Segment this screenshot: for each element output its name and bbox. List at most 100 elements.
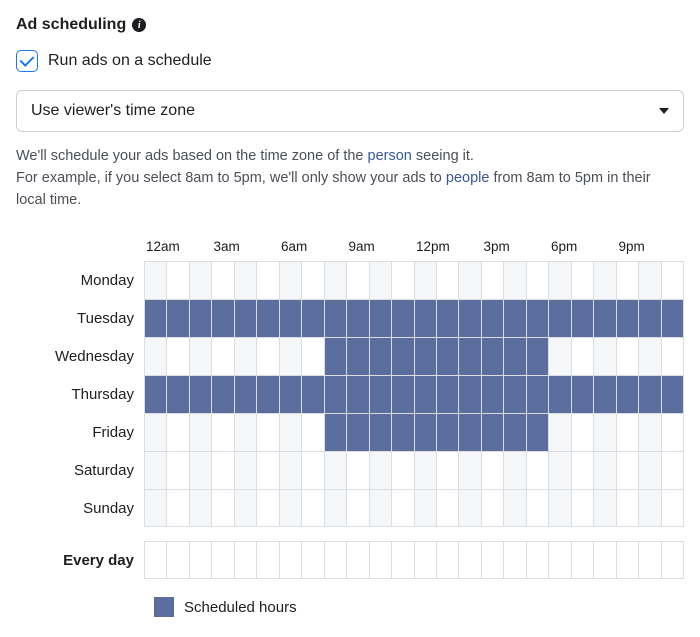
schedule-cell[interactable] bbox=[212, 452, 234, 489]
schedule-cell[interactable] bbox=[280, 414, 302, 451]
schedule-cell[interactable] bbox=[190, 542, 212, 578]
schedule-cell[interactable] bbox=[482, 376, 504, 413]
schedule-cell[interactable] bbox=[437, 542, 459, 578]
schedule-cell[interactable] bbox=[437, 376, 459, 413]
schedule-cell[interactable] bbox=[504, 300, 526, 337]
schedule-cell[interactable] bbox=[145, 262, 167, 299]
schedule-cell[interactable] bbox=[167, 490, 189, 526]
schedule-cell[interactable] bbox=[662, 490, 684, 526]
schedule-cell[interactable] bbox=[392, 300, 414, 337]
schedule-cell[interactable] bbox=[482, 338, 504, 375]
schedule-cell[interactable] bbox=[527, 262, 549, 299]
schedule-cell[interactable] bbox=[145, 338, 167, 375]
schedule-cell[interactable] bbox=[459, 452, 481, 489]
schedule-cell[interactable] bbox=[639, 490, 661, 526]
schedule-cell[interactable] bbox=[617, 542, 639, 578]
schedule-cell[interactable] bbox=[572, 300, 594, 337]
schedule-cell[interactable] bbox=[280, 376, 302, 413]
schedule-cell[interactable] bbox=[257, 338, 279, 375]
run-on-schedule-checkbox[interactable] bbox=[16, 50, 38, 72]
schedule-cell[interactable] bbox=[415, 452, 437, 489]
schedule-cell[interactable] bbox=[504, 414, 526, 451]
info-icon[interactable]: i bbox=[132, 18, 146, 32]
schedule-cell[interactable] bbox=[302, 542, 324, 578]
schedule-cell[interactable] bbox=[190, 376, 212, 413]
schedule-cell[interactable] bbox=[392, 262, 414, 299]
schedule-cell[interactable] bbox=[325, 376, 347, 413]
schedule-cell[interactable] bbox=[527, 452, 549, 489]
schedule-cell[interactable] bbox=[392, 414, 414, 451]
schedule-cell[interactable] bbox=[212, 376, 234, 413]
schedule-cell[interactable] bbox=[549, 338, 571, 375]
schedule-cell[interactable] bbox=[302, 262, 324, 299]
schedule-cell[interactable] bbox=[325, 300, 347, 337]
schedule-cell[interactable] bbox=[459, 376, 481, 413]
schedule-cell[interactable] bbox=[639, 262, 661, 299]
schedule-cell[interactable] bbox=[190, 262, 212, 299]
schedule-cell[interactable] bbox=[504, 338, 526, 375]
schedule-cell[interactable] bbox=[370, 452, 392, 489]
schedule-cell[interactable] bbox=[370, 490, 392, 526]
schedule-cell[interactable] bbox=[325, 338, 347, 375]
schedule-cell[interactable] bbox=[212, 262, 234, 299]
schedule-cell[interactable] bbox=[370, 414, 392, 451]
schedule-cell[interactable] bbox=[235, 414, 257, 451]
schedule-cell[interactable] bbox=[145, 490, 167, 526]
schedule-cell[interactable] bbox=[415, 300, 437, 337]
schedule-cell[interactable] bbox=[347, 300, 369, 337]
schedule-cell[interactable] bbox=[302, 376, 324, 413]
schedule-cell[interactable] bbox=[617, 490, 639, 526]
schedule-cell[interactable] bbox=[392, 376, 414, 413]
schedule-cell[interactable] bbox=[459, 300, 481, 337]
schedule-cell[interactable] bbox=[617, 452, 639, 489]
schedule-cell[interactable] bbox=[549, 490, 571, 526]
schedule-cell[interactable] bbox=[280, 452, 302, 489]
helper-people-link[interactable]: people bbox=[446, 170, 490, 186]
schedule-cell[interactable] bbox=[167, 452, 189, 489]
schedule-cell[interactable] bbox=[459, 262, 481, 299]
schedule-cell[interactable] bbox=[639, 414, 661, 451]
schedule-cell[interactable] bbox=[617, 376, 639, 413]
schedule-cell[interactable] bbox=[415, 262, 437, 299]
schedule-cell[interactable] bbox=[257, 414, 279, 451]
timezone-select[interactable]: Use viewer's time zone bbox=[16, 90, 684, 132]
schedule-cell[interactable] bbox=[482, 490, 504, 526]
schedule-cell[interactable] bbox=[167, 262, 189, 299]
schedule-cell[interactable] bbox=[594, 338, 616, 375]
schedule-cell[interactable] bbox=[482, 542, 504, 578]
schedule-cell[interactable] bbox=[235, 376, 257, 413]
schedule-cell[interactable] bbox=[527, 414, 549, 451]
schedule-cell[interactable] bbox=[415, 414, 437, 451]
schedule-cell[interactable] bbox=[325, 490, 347, 526]
schedule-cell[interactable] bbox=[347, 490, 369, 526]
schedule-cell[interactable] bbox=[257, 542, 279, 578]
schedule-cell[interactable] bbox=[662, 300, 684, 337]
schedule-cell[interactable] bbox=[190, 300, 212, 337]
schedule-cell[interactable] bbox=[392, 452, 414, 489]
schedule-cell[interactable] bbox=[257, 452, 279, 489]
schedule-cell[interactable] bbox=[212, 414, 234, 451]
schedule-cell[interactable] bbox=[145, 452, 167, 489]
schedule-cell[interactable] bbox=[459, 338, 481, 375]
schedule-cell[interactable] bbox=[639, 452, 661, 489]
schedule-cell[interactable] bbox=[437, 414, 459, 451]
schedule-cell[interactable] bbox=[145, 542, 167, 578]
schedule-cell[interactable] bbox=[280, 300, 302, 337]
schedule-cell[interactable] bbox=[437, 262, 459, 299]
schedule-cell[interactable] bbox=[190, 414, 212, 451]
schedule-cell[interactable] bbox=[347, 262, 369, 299]
helper-person-link[interactable]: person bbox=[368, 148, 412, 164]
schedule-cell[interactable] bbox=[167, 542, 189, 578]
schedule-cell[interactable] bbox=[415, 542, 437, 578]
schedule-cell[interactable] bbox=[302, 452, 324, 489]
schedule-cell[interactable] bbox=[504, 262, 526, 299]
schedule-cell[interactable] bbox=[392, 338, 414, 375]
schedule-cell[interactable] bbox=[347, 452, 369, 489]
schedule-cell[interactable] bbox=[235, 262, 257, 299]
schedule-cell[interactable] bbox=[549, 414, 571, 451]
schedule-cell[interactable] bbox=[280, 338, 302, 375]
schedule-cell[interactable] bbox=[370, 542, 392, 578]
schedule-cell[interactable] bbox=[437, 452, 459, 489]
schedule-cell[interactable] bbox=[167, 338, 189, 375]
schedule-cell[interactable] bbox=[572, 490, 594, 526]
